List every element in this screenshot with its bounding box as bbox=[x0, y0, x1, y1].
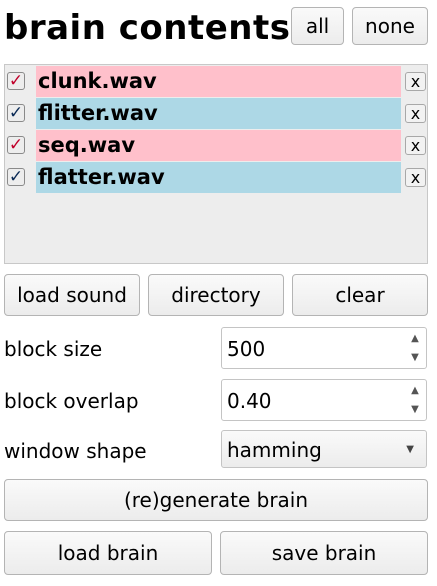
block-overlap-value: 0.40 bbox=[227, 389, 272, 413]
sound-name: clunk.wav bbox=[36, 66, 401, 97]
sound-checkbox[interactable]: ✓ bbox=[7, 136, 25, 154]
block-size-spinbox[interactable]: 500 ▲ ▼ bbox=[221, 327, 427, 369]
sound-checkbox[interactable]: ✓ bbox=[7, 168, 25, 186]
list-item: ✓ flatter.wav x bbox=[5, 161, 427, 193]
block-overlap-label: block overlap bbox=[4, 389, 139, 413]
spin-down-icon[interactable]: ▼ bbox=[411, 352, 419, 363]
block-size-value: 500 bbox=[227, 337, 266, 361]
spin-arrows[interactable]: ▲ ▼ bbox=[408, 333, 422, 363]
sound-list: ✓ clunk.wav x ✓ flitter.wav x ✓ seq.wav … bbox=[4, 64, 428, 264]
sound-checkbox[interactable]: ✓ bbox=[7, 72, 25, 90]
select-none-button[interactable]: none bbox=[352, 7, 428, 45]
load-brain-button[interactable]: load brain bbox=[4, 531, 212, 575]
window-shape-value: hamming bbox=[227, 438, 322, 462]
clear-button[interactable]: clear bbox=[292, 274, 428, 316]
regenerate-brain-button[interactable]: (re)generate brain bbox=[4, 479, 428, 521]
remove-sound-button[interactable]: x bbox=[405, 104, 426, 123]
spin-down-icon[interactable]: ▼ bbox=[411, 404, 419, 415]
load-sound-button[interactable]: load sound bbox=[4, 274, 140, 316]
spin-up-icon[interactable]: ▲ bbox=[411, 333, 419, 344]
sound-name: seq.wav bbox=[36, 130, 401, 161]
save-brain-button[interactable]: save brain bbox=[220, 531, 428, 575]
spin-up-icon[interactable]: ▲ bbox=[411, 385, 419, 396]
remove-sound-button[interactable]: x bbox=[405, 168, 426, 187]
sound-name: flitter.wav bbox=[36, 98, 401, 129]
chevron-down-icon: ▼ bbox=[406, 444, 414, 455]
list-item: ✓ flitter.wav x bbox=[5, 97, 427, 129]
spin-arrows[interactable]: ▲ ▼ bbox=[408, 385, 422, 415]
window-shape-label: window shape bbox=[4, 439, 147, 463]
sound-checkbox[interactable]: ✓ bbox=[7, 104, 25, 122]
list-item: ✓ clunk.wav x bbox=[5, 65, 427, 97]
list-item: ✓ seq.wav x bbox=[5, 129, 427, 161]
remove-sound-button[interactable]: x bbox=[405, 136, 426, 155]
block-size-label: block size bbox=[4, 337, 103, 361]
sound-name: flatter.wav bbox=[36, 162, 401, 193]
remove-sound-button[interactable]: x bbox=[405, 72, 426, 91]
directory-button[interactable]: directory bbox=[148, 274, 284, 316]
block-overlap-spinbox[interactable]: 0.40 ▲ ▼ bbox=[221, 379, 427, 421]
window-shape-select[interactable]: hamming ▼ bbox=[221, 430, 427, 468]
page-title: brain contents bbox=[4, 8, 291, 48]
select-all-button[interactable]: all bbox=[291, 7, 344, 45]
